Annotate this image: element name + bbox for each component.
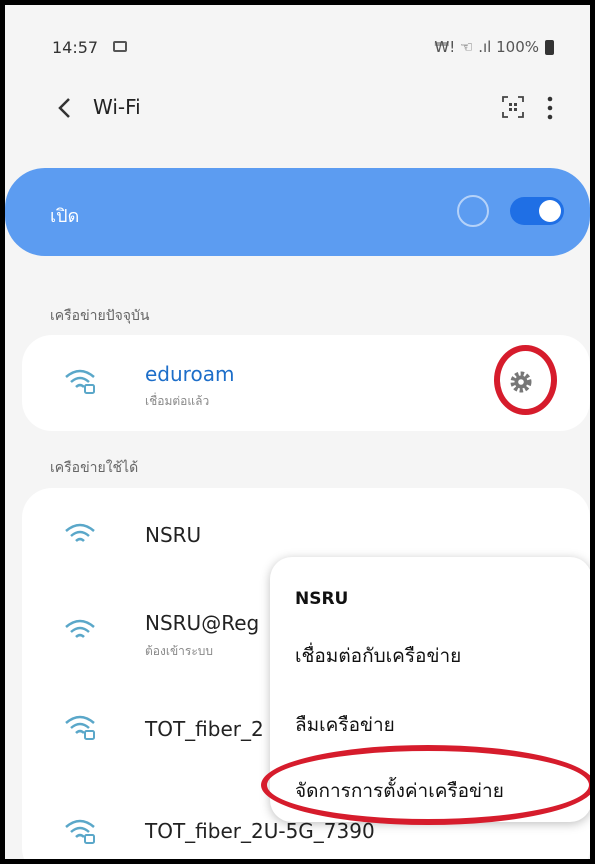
context-menu-title: NSRU (295, 589, 349, 609)
network-name-nsru[interactable]: NSRU (145, 523, 201, 547)
menu-item-forget[interactable]: ลืมเครือข่าย (295, 710, 395, 740)
current-network-name: eduroam (145, 362, 235, 386)
network-name-nsru-reg[interactable]: NSRU@Reg (145, 611, 259, 635)
gallery-notification-icon (113, 41, 127, 52)
page-title: Wi-Fi (93, 95, 141, 119)
wifi-locked-icon (65, 715, 95, 740)
wifi-icon (65, 619, 95, 638)
signal-text: ₩! ☜ .ıl 100% (434, 38, 539, 56)
wifi-switch-label: เปิด (50, 206, 80, 227)
toggle-knob (539, 200, 561, 222)
current-network-section-label: เครือข่ายปัจจุบัน (50, 308, 150, 324)
manage-settings-highlight-annotation (261, 745, 590, 825)
wifi-icon (65, 523, 95, 542)
more-options-icon[interactable] (545, 95, 555, 121)
network-name-tot-fiber-5g[interactable]: TOT_fiber_2U-5G_7390 (145, 819, 375, 843)
wifi-locked-icon (65, 369, 95, 394)
wifi-master-switch-card[interactable] (5, 168, 590, 256)
network-status-login-required: ต้องเข้าระบบ (145, 644, 214, 658)
network-name-tot-fiber[interactable]: TOT_fiber_2 (145, 717, 264, 741)
current-network-status: เชื่อมต่อแล้ว (145, 394, 210, 408)
phone-screen: 14:57 ₩! ☜ .ıl 100% Wi-Fi เปิด เครือข่าย… (0, 0, 595, 864)
scanning-spinner-icon (457, 195, 489, 227)
menu-item-connect[interactable]: เชื่อมต่อกับเครือข่าย (295, 641, 461, 671)
wifi-toggle[interactable] (510, 197, 564, 225)
status-time: 14:57 (52, 38, 99, 57)
status-indicators: ₩! ☜ .ıl 100% (434, 38, 554, 56)
available-networks-section-label: เครือข่ายใช้ได้ (50, 460, 139, 476)
gear-highlight-annotation (494, 345, 557, 415)
qr-scan-icon[interactable] (501, 95, 525, 119)
back-arrow-icon[interactable] (51, 93, 81, 123)
battery-icon (545, 39, 554, 55)
wifi-locked-icon (65, 819, 95, 844)
